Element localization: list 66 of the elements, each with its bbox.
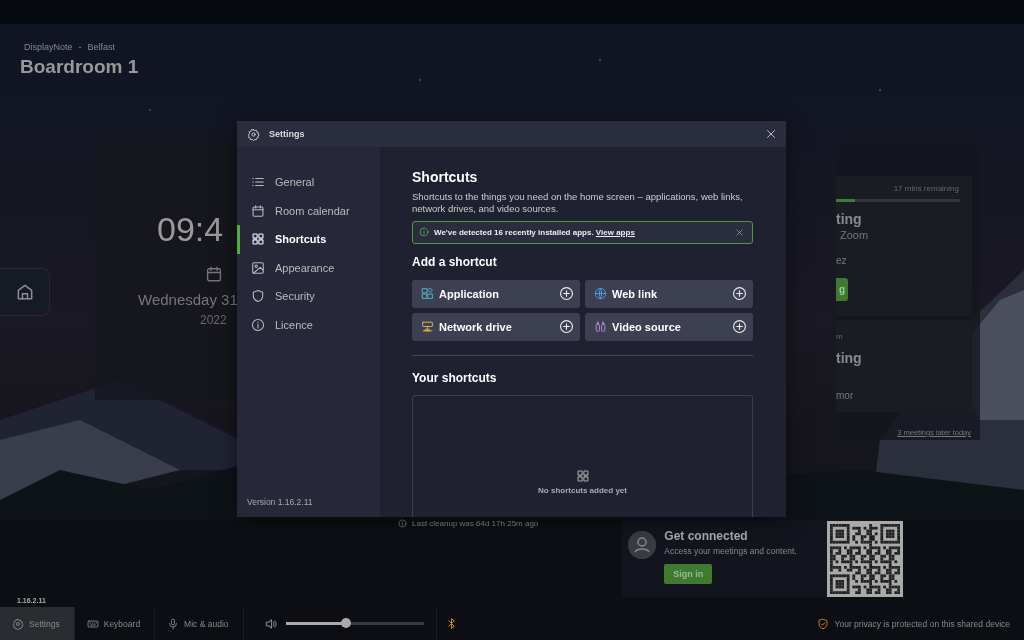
sidebar-item[interactable]: Appearance [237, 253, 380, 282]
meeting-organizer: ez [836, 255, 847, 266]
add-shortcut-heading: Add a shortcut [412, 254, 498, 269]
keyboard-icon [86, 617, 99, 630]
view-apps-link[interactable]: View apps [595, 227, 635, 237]
separator: - [78, 42, 82, 52]
sidebar-item[interactable]: Licence [237, 310, 380, 339]
banner-message: We've detected 16 recently installed apps. View apps [434, 227, 635, 237]
video-source-icon [594, 320, 607, 334]
section-title: Shortcuts [412, 169, 479, 185]
globe-icon [594, 287, 607, 301]
your-shortcuts-heading: Your shortcuts [412, 370, 498, 385]
section-description: Shortcuts to the things you need on the home screen – applications, web links, network drives, and video sources. [412, 191, 744, 216]
shield-icon [251, 289, 265, 304]
plus-circle-icon [732, 319, 747, 335]
mic-icon [167, 617, 180, 630]
clock-year: 2022 [200, 313, 227, 327]
organization-name: DisplayNote [24, 42, 73, 52]
sidebar-item[interactable]: Room calendar [237, 196, 380, 225]
calendar-icon [251, 203, 265, 218]
shield-check-icon [816, 617, 829, 630]
info-icon [398, 519, 407, 528]
clock-time: 09:4 [157, 210, 224, 249]
meeting-time: m [836, 332, 843, 341]
dialog-title: Settings [269, 129, 305, 139]
plus-circle-icon [559, 319, 574, 335]
plus-circle-icon [732, 286, 747, 302]
info-icon [419, 227, 429, 238]
gear-icon [12, 617, 24, 630]
location-name: Belfast [87, 42, 116, 52]
taskbar-button[interactable]: Mic & audio [155, 607, 244, 640]
meeting-title: ting [836, 211, 862, 227]
grid-icon [251, 232, 265, 247]
info-icon [251, 317, 265, 332]
meeting-platform: Zoom [840, 229, 869, 241]
grid-icon [575, 469, 590, 483]
add-shortcut-button[interactable]: Web link [585, 279, 753, 308]
taskbar-button[interactable]: Settings [0, 607, 75, 640]
gear-icon [247, 127, 260, 141]
calendar-icon [205, 265, 223, 283]
add-shortcut-button[interactable]: Video source [585, 312, 753, 341]
plus-circle-icon [559, 286, 574, 302]
application-icon [421, 287, 434, 301]
image-icon [251, 260, 265, 275]
get-connected-title: Get connected [664, 529, 748, 543]
close-icon [765, 128, 777, 140]
version-text: Version 1.16.2.11 [246, 497, 314, 509]
sidebar-item[interactable]: General [237, 168, 380, 197]
sidebar-item[interactable]: Shortcuts [237, 225, 380, 254]
taskbar-button[interactable]: Keyboard [74, 607, 156, 640]
close-button[interactable] [765, 128, 777, 140]
add-shortcut-button[interactable]: Network drive [412, 312, 580, 341]
speaker-icon [263, 616, 278, 631]
room-title: Boardroom 1 [20, 56, 140, 78]
sidebar-item[interactable]: Security [237, 282, 380, 311]
privacy-notice: Your privacy is protected on this shared device [834, 618, 1010, 629]
meeting-organizer: mor [836, 390, 854, 401]
home-button[interactable] [0, 268, 50, 316]
clock-date: Wednesday 31 [138, 291, 238, 308]
get-connected-text: Access your meetings and content. [664, 546, 797, 556]
empty-state-text: No shortcuts added yet [538, 486, 627, 495]
meeting-title: ting [836, 350, 862, 366]
slider-thumb[interactable] [341, 618, 352, 628]
cleanup-status: Last cleanup was 64d 17h 25m ago [412, 519, 539, 528]
network-drive-icon [421, 320, 434, 334]
add-shortcut-button[interactable]: Application [412, 279, 580, 308]
